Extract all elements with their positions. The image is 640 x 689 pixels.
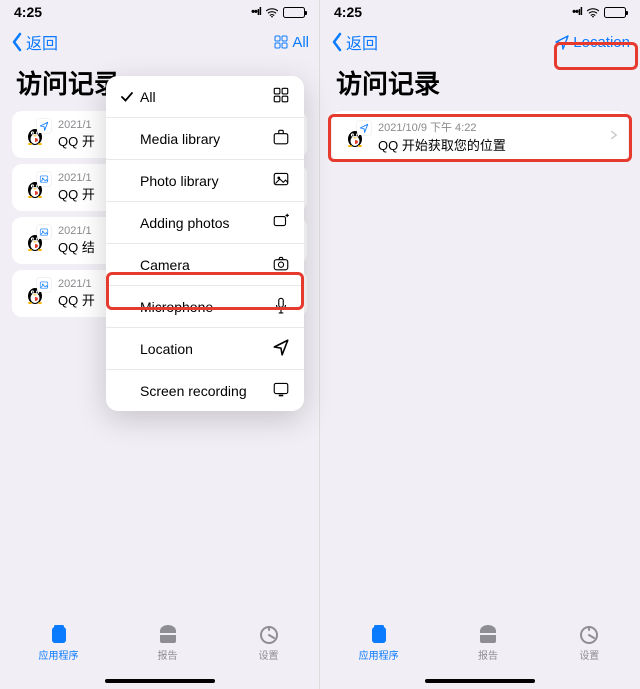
reports-icon [156,623,180,645]
tab-apps[interactable]: 应用程序 [39,623,79,662]
dropdown-item-grid[interactable]: All [106,76,304,118]
dropdown-label: Adding photos [140,215,272,231]
tab-reports-label: 报告 [158,647,178,662]
permission-badge-icon [37,172,51,186]
location-icon [554,34,570,50]
nav-bar: 返回 Location [320,24,640,60]
dropdown-item-image-plus[interactable]: Adding photos [106,202,304,244]
filter-button-location[interactable]: Location [554,34,630,51]
image-plus-icon [272,212,290,233]
filter-dropdown: All Media library Photo library Adding phot… [106,76,304,411]
tab-apps-label: 应用程序 [359,647,399,662]
filter-label: All [292,34,309,51]
back-button[interactable]: 返回 [10,30,58,54]
tab-settings[interactable]: 设置 [577,623,601,662]
tab-bar: 应用程序 报告 设置 [320,615,640,689]
app-icon [22,281,48,307]
status-time: 4:25 [334,4,362,20]
back-label: 返回 [26,30,58,54]
wifi-icon [586,7,600,18]
wifi-icon [265,7,279,18]
dropdown-label: Photo library [140,173,272,189]
dropdown-label: Microphone [140,299,272,315]
apps-icon [367,623,391,645]
dropdown-label: Media library [140,131,272,147]
dropdown-label: Camera [140,257,272,273]
location-icon [272,338,290,359]
grid-icon [272,86,290,107]
tab-reports[interactable]: 报告 [156,623,180,662]
app-icon [22,228,48,254]
dropdown-label: All [140,89,272,105]
app-icon [22,122,48,148]
battery-icon [604,7,626,18]
battery-icon [283,7,305,18]
record-time: 2021/10/9 下午 4:22 [378,119,600,135]
page-title: 访问记录 [320,60,640,111]
filter-button-all[interactable]: All [273,34,309,51]
reports-icon [476,623,500,645]
tab-bar: 应用程序 报告 设置 [0,615,319,689]
permission-badge-icon [37,119,51,133]
status-bar: 4:25 ••ıl [0,0,319,24]
tab-settings-label: 设置 [579,647,599,662]
screen-icon [272,380,290,401]
briefcase-icon [272,128,290,149]
settings-icon [577,623,601,645]
home-indicator [105,679,215,683]
signal-icon: ••ıl [572,6,582,18]
home-indicator [425,679,535,683]
app-icon [22,175,48,201]
dropdown-item-location[interactable]: Location [106,328,304,370]
dropdown-item-image[interactable]: Photo library [106,160,304,202]
tab-reports-label: 报告 [478,647,498,662]
apps-icon [47,623,71,645]
signal-icon: ••ıl [251,6,261,18]
status-indicators: ••ıl [572,6,626,18]
dropdown-label: Screen recording [140,383,272,399]
record-text: 2021/10/9 下午 4:22QQ 开始获取您的位置 [378,119,600,154]
tab-apps-label: 应用程序 [39,647,79,662]
status-time: 4:25 [14,4,42,20]
tab-reports[interactable]: 报告 [476,623,500,662]
dropdown-item-camera[interactable]: Camera [106,244,304,286]
dropdown-label: Location [140,341,272,357]
grid-icon [273,34,289,50]
back-button[interactable]: 返回 [330,30,378,54]
permission-badge-icon [37,278,51,292]
status-bar: 4:25 ••ıl [320,0,640,24]
image-icon [272,170,290,191]
dropdown-item-mic[interactable]: Microphone [106,286,304,328]
camera-icon [272,254,290,275]
records-list: 2021/10/9 下午 4:22QQ 开始获取您的位置 [320,111,640,162]
permission-badge-icon [37,225,51,239]
chevron-right-icon [610,128,618,146]
phone-left: 4:25 ••ıl 返回 All 访问记录 2021/1QQ 开2021/1QQ… [0,0,320,689]
nav-bar: 返回 All [0,24,319,60]
tab-apps[interactable]: 应用程序 [359,623,399,662]
dropdown-item-screen[interactable]: Screen recording [106,370,304,411]
phone-right: 4:25 ••ıl 返回 Location 访问记录 2021/10/9 下午 … [320,0,640,689]
check-icon [120,89,134,105]
status-indicators: ••ıl [251,6,305,18]
record-title: QQ 开始获取您的位置 [378,135,600,154]
chevron-left-icon [10,32,24,52]
chevron-left-icon [330,32,344,52]
permission-badge-icon [357,121,371,135]
back-label: 返回 [346,30,378,54]
settings-icon [257,623,281,645]
filter-label: Location [573,34,630,51]
app-icon [342,124,368,150]
dropdown-item-briefcase[interactable]: Media library [106,118,304,160]
record-row[interactable]: 2021/10/9 下午 4:22QQ 开始获取您的位置 [332,111,628,162]
tab-settings[interactable]: 设置 [257,623,281,662]
tab-settings-label: 设置 [259,647,279,662]
mic-icon [272,296,290,317]
